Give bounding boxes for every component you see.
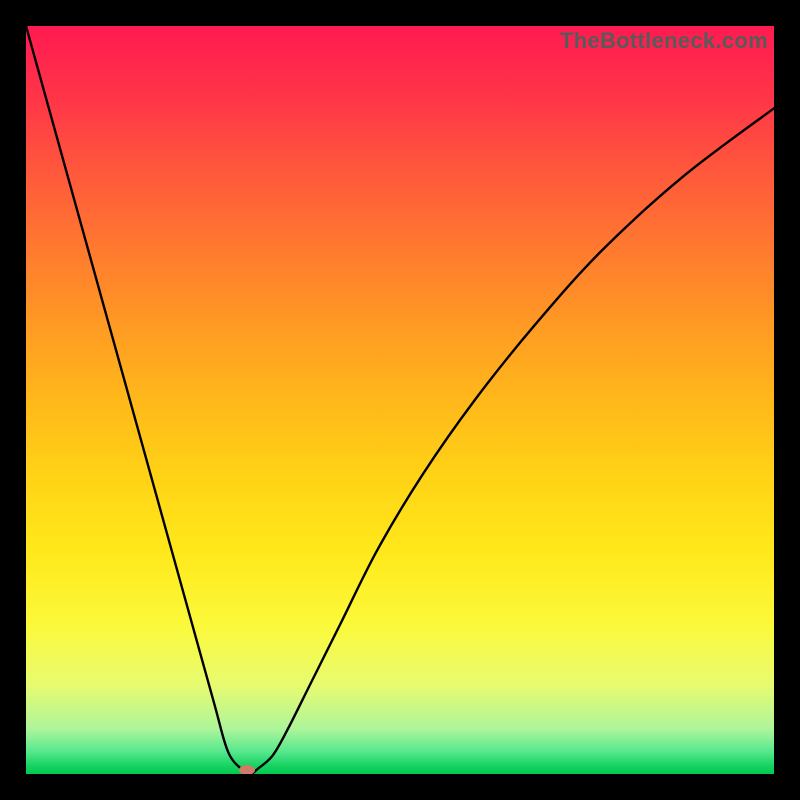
- optimal-point-marker: [239, 765, 255, 775]
- curve-svg: [26, 26, 774, 774]
- plot-area: TheBottleneck.com: [24, 24, 776, 776]
- chart-frame: TheBottleneck.com: [0, 0, 800, 800]
- bottleneck-curve: [26, 26, 774, 774]
